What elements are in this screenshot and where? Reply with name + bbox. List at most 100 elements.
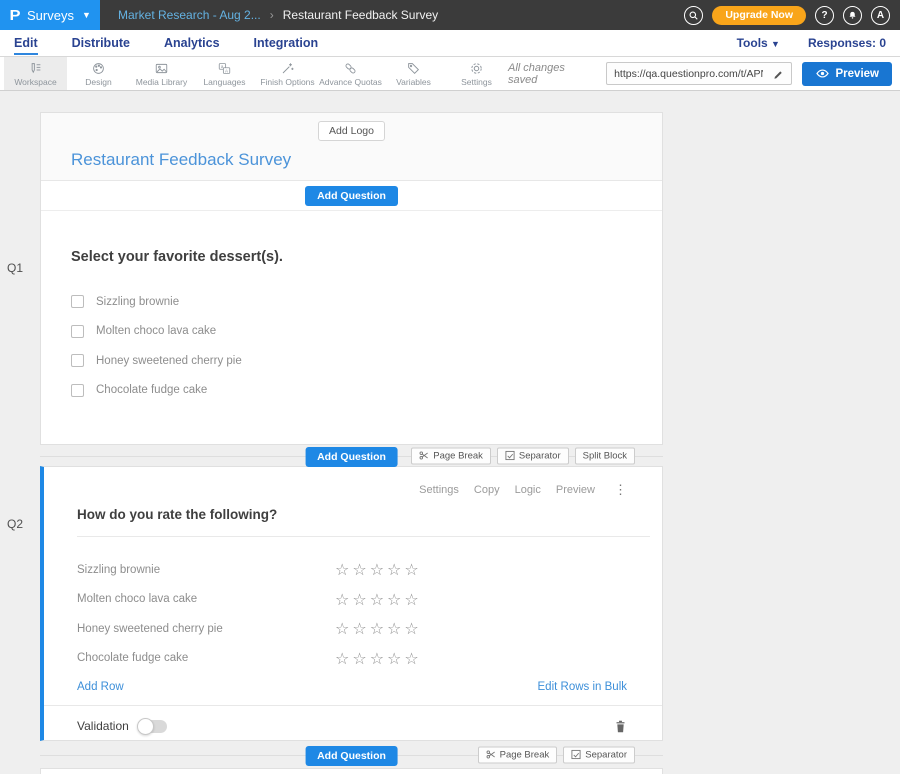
divider-actions: Page Break Separator Split Block [411, 447, 635, 464]
search-icon [688, 10, 699, 21]
rating-row-label[interactable]: Honey sweetened cherry pie [77, 623, 335, 635]
q2-settings-button[interactable]: Settings [419, 484, 459, 496]
checkbox-icon[interactable] [71, 384, 84, 397]
separator-check-icon [571, 750, 581, 760]
add-question-button[interactable]: Add Question [305, 186, 398, 206]
q2-copy-button[interactable]: Copy [474, 484, 500, 496]
checkbox-icon[interactable] [71, 295, 84, 308]
delete-question-button[interactable] [614, 719, 627, 734]
tab-integration[interactable]: Integration [254, 32, 319, 55]
question-q2-block-selected: Settings Copy Logic Preview ⋮ How do you… [40, 466, 663, 741]
add-row-link[interactable]: Add Row [77, 681, 124, 693]
q1-option-row[interactable]: Chocolate fudge cake [71, 376, 632, 406]
account-avatar[interactable]: A [871, 6, 890, 25]
edit-rows-in-bulk-link[interactable]: Edit Rows in Bulk [538, 681, 627, 693]
upgrade-now-button[interactable]: Upgrade Now [712, 6, 806, 25]
star-rating-group[interactable]: ☆☆☆☆☆ [335, 590, 422, 609]
scissors-icon [486, 750, 496, 760]
section-nav: Edit Distribute Analytics Integration To… [0, 30, 900, 57]
q1-option-row[interactable]: Molten choco lava cake [71, 317, 632, 347]
notifications-button[interactable] [843, 6, 862, 25]
toolbar-item-design[interactable]: Design [67, 57, 130, 90]
toolbar-item-languages[interactable]: aA Languages [193, 57, 256, 90]
palette-icon [90, 61, 107, 76]
responses-count-link[interactable]: Responses: 0 [808, 36, 886, 50]
breadcrumb: Market Research - Aug 2... › Restaurant … [100, 0, 684, 30]
add-logo-button[interactable]: Add Logo [318, 121, 385, 141]
question-q1-block: Select your favorite dessert(s). Sizzlin… [41, 211, 662, 405]
rating-row: Sizzling brownie ☆☆☆☆☆ [44, 555, 662, 585]
star-rating-group[interactable]: ☆☆☆☆☆ [335, 649, 422, 668]
breadcrumb-current-page: Restaurant Feedback Survey [283, 8, 438, 22]
chevron-down-icon: ▼ [771, 39, 780, 49]
q1-question-text[interactable]: Select your favorite dessert(s). [71, 249, 632, 265]
rating-row-label[interactable]: Sizzling brownie [77, 564, 335, 576]
page-break-button[interactable]: Page Break [411, 447, 491, 464]
checkbox-icon[interactable] [71, 354, 84, 367]
separator-check-icon [505, 451, 515, 461]
split-block-button[interactable]: Split Block [575, 447, 635, 464]
q2-question-text[interactable]: How do you rate the following? [77, 507, 277, 522]
pencil-icon [773, 68, 785, 80]
section-nav-right: Tools ▼ Responses: 0 [737, 36, 892, 50]
help-button[interactable]: ? [815, 6, 834, 25]
star-rating-group[interactable]: ☆☆☆☆☆ [335, 619, 422, 638]
svg-text:A: A [225, 68, 228, 73]
survey-url-input[interactable] [607, 68, 766, 80]
toolbar-right: All changes saved Preview [508, 57, 900, 90]
checkbox-icon[interactable] [71, 325, 84, 338]
q2-preview-button[interactable]: Preview [556, 484, 595, 496]
product-name: Surveys [27, 8, 74, 23]
preview-button[interactable]: Preview [802, 62, 892, 86]
q2-logic-button[interactable]: Logic [515, 484, 541, 496]
toolbar-item-media-library[interactable]: Media Library [130, 57, 193, 90]
bell-icon [847, 10, 858, 21]
q2-title-wrap: How do you rate the following? [77, 506, 650, 537]
edit-url-button[interactable] [767, 68, 791, 80]
separator-button[interactable]: Separator [497, 447, 569, 464]
toolbar-item-workspace[interactable]: Workspace [4, 57, 67, 90]
q1-option-row[interactable]: Honey sweetened cherry pie [71, 346, 632, 376]
tools-menu[interactable]: Tools ▼ [737, 36, 780, 50]
q1-options: Sizzling brownie Molten choco lava cake … [71, 287, 632, 405]
top-navbar: P Surveys ▼ Market Research - Aug 2... ›… [0, 0, 900, 30]
toolbar-item-settings[interactable]: Settings [445, 57, 508, 90]
tab-edit[interactable]: Edit [14, 32, 38, 55]
q2-more-options-icon[interactable]: ⋮ [614, 482, 627, 498]
star-rating-group[interactable]: ☆☆☆☆☆ [335, 560, 422, 579]
topbar-actions: Upgrade Now ? A [684, 0, 900, 30]
breadcrumb-folder-link[interactable]: Market Research - Aug 2... [118, 8, 261, 22]
tab-distribute[interactable]: Distribute [72, 32, 130, 55]
tab-analytics[interactable]: Analytics [164, 32, 220, 55]
q1-option-row[interactable]: Sizzling brownie [71, 287, 632, 317]
search-button[interactable] [684, 6, 703, 25]
add-question-button[interactable]: Add Question [305, 447, 398, 467]
survey-canvas: Add Logo Restaurant Feedback Survey Add … [40, 91, 663, 774]
survey-title[interactable]: Restaurant Feedback Survey [71, 150, 662, 170]
eye-icon [815, 68, 830, 79]
divider-actions: Page Break Separator [478, 746, 635, 763]
add-question-button[interactable]: Add Question [305, 746, 398, 766]
section-tabs: Edit Distribute Analytics Integration [8, 32, 318, 55]
next-block-edge [40, 768, 663, 774]
q2-rating-rows: Sizzling brownie ☆☆☆☆☆ Molten choco lava… [44, 555, 662, 673]
chevron-down-icon: ▼ [82, 10, 91, 20]
surveys-product-switcher[interactable]: P Surveys ▼ [0, 0, 100, 30]
toolbar-item-variables[interactable]: Variables [382, 57, 445, 90]
toolbar-items: Workspace Design Media Library aA Langua… [0, 57, 508, 90]
rating-row-label[interactable]: Molten choco lava cake [77, 593, 335, 605]
save-status-text: All changes saved [508, 62, 596, 86]
toolbar-item-advance-quotas[interactable]: Advance Quotas [319, 57, 382, 90]
q2-validation-bar: Validation [44, 705, 662, 746]
add-question-strip-top: Add Question [41, 181, 662, 211]
toolbar-item-finish-options[interactable]: Finish Options [256, 57, 319, 90]
q2-row-links: Add Row Edit Rows in Bulk [44, 673, 662, 693]
rating-row-label[interactable]: Chocolate fudge cake [77, 652, 335, 664]
page-break-button[interactable]: Page Break [478, 746, 558, 763]
question-number-q2: Q2 [7, 517, 23, 531]
magic-wand-icon [279, 61, 296, 76]
translate-icon: aA [216, 61, 233, 76]
separator-button[interactable]: Separator [563, 746, 635, 763]
validation-toggle-off[interactable] [138, 720, 167, 733]
scissors-icon [419, 451, 429, 461]
